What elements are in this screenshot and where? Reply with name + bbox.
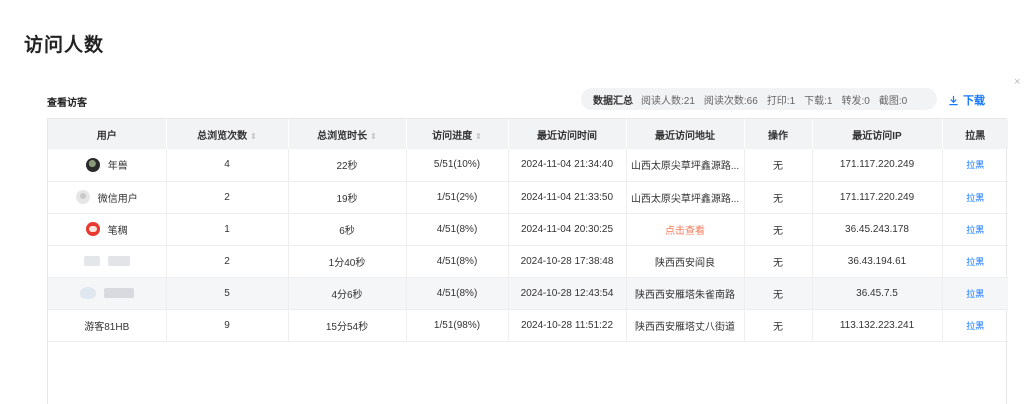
cell-time: 2024-10-28 17:38:48 xyxy=(508,245,627,277)
block-link[interactable]: 拉黑 xyxy=(966,160,984,170)
cell-views: 9 xyxy=(166,309,289,341)
cell-action: 无 xyxy=(744,181,813,213)
user-name: 笔稠 xyxy=(107,225,128,237)
cell-address: 山西太原尖草坪鑫源路... xyxy=(626,149,745,181)
cell-duration: 4分6秒 xyxy=(288,277,407,309)
user-name: 游客81HB xyxy=(84,321,130,333)
visitor-table: 用户 总浏览次数 ⇕ 总浏览时长 ⇕ 访问进度 ⇕ 最近访问时间 最近访问地址 操作 … xyxy=(47,118,1008,404)
cell-duration: 6秒 xyxy=(288,213,407,245)
user-name-blurred xyxy=(107,256,130,266)
cell-views: 5 xyxy=(166,277,289,309)
table-header-row: 用户 总浏览次数 ⇕ 总浏览时长 ⇕ 访问进度 ⇕ 最近访问时间 最近访问地址 操作 … xyxy=(48,119,1008,149)
cell-ip: 171.117.220.249 xyxy=(812,181,943,213)
cell-address: 陕西西安雁塔朱雀南路 xyxy=(626,277,745,309)
cell-progress: 5/51(10%) xyxy=(406,149,509,181)
avatar xyxy=(85,157,100,172)
summary-forward: 转发:0 xyxy=(841,95,870,107)
col-last-visit-time: 最近访问时间 xyxy=(508,119,627,149)
cell-ip: 171.117.220.249 xyxy=(812,149,943,181)
panel-title: 查看访客 xyxy=(47,98,87,109)
cell-address: 陕西西安阎良 xyxy=(626,245,745,277)
summary-screenshot: 截图:0 xyxy=(878,95,908,107)
col-action: 操作 xyxy=(744,119,813,149)
cell-action: 无 xyxy=(744,245,813,277)
cell-progress: 4/51(8%) xyxy=(406,213,509,245)
col-user: 用户 xyxy=(48,119,167,149)
sort-icon[interactable]: ⇕ xyxy=(475,132,482,141)
cell-address: 山西太原尖草坪鑫源路... xyxy=(626,181,745,213)
summary-read-count: 阅读次数:66 xyxy=(703,95,758,107)
close-icon[interactable]: × xyxy=(1014,76,1020,88)
user-name-blurred xyxy=(103,288,134,298)
cell-ip: 36.45.243.178 xyxy=(812,213,943,245)
col-total-duration[interactable]: 总浏览时长 ⇕ xyxy=(288,119,407,149)
table-row: 2 1分40秒 4/51(8%) 2024-10-28 17:38:48 陕西西… xyxy=(48,245,1008,277)
cell-progress: 1/51(2%) xyxy=(406,181,509,213)
avatar xyxy=(85,222,100,236)
cell-views: 1 xyxy=(166,213,289,245)
cell-duration: 1分40秒 xyxy=(288,245,407,277)
sort-icon[interactable]: ⇕ xyxy=(370,132,377,141)
download-icon xyxy=(949,95,958,105)
cell-views: 2 xyxy=(166,245,289,277)
cell-duration: 15分54秒 xyxy=(288,309,407,341)
cell-duration: 19秒 xyxy=(288,181,407,213)
block-link[interactable]: 拉黑 xyxy=(966,289,984,299)
block-link[interactable]: 拉黑 xyxy=(966,321,984,331)
cell-action: 无 xyxy=(744,149,813,181)
cell-time: 2024-10-28 12:43:54 xyxy=(508,277,627,309)
data-summary-bar: 数据汇总 阅读人数:21 阅读次数:66 打印:1 下载:1 转发:0 截图:0 xyxy=(581,88,937,110)
cell-time: 2024-11-04 21:33:50 xyxy=(508,181,627,213)
table-row: 游客81HB 9 15分54秒 1/51(98%) 2024-10-28 11:… xyxy=(48,309,1008,341)
summary-read-users: 阅读人数:21 xyxy=(641,95,695,107)
summary-print: 打印:1 xyxy=(766,95,796,107)
cell-views: 2 xyxy=(166,181,289,213)
cell-ip: 113.132.223.241 xyxy=(812,309,943,341)
cell-ip: 36.45.7.5 xyxy=(812,277,943,309)
download-button[interactable]: 下载 xyxy=(948,92,985,108)
block-link[interactable]: 拉黑 xyxy=(966,225,984,235)
block-link[interactable]: 拉黑 xyxy=(966,257,984,267)
table-row: 年兽 4 22秒 5/51(10%) 2024-11-04 21:34:40 山… xyxy=(48,149,1008,181)
summary-label: 数据汇总 xyxy=(593,95,633,107)
cell-progress: 1/51(98%) xyxy=(406,309,509,341)
col-last-ip: 最近访问IP xyxy=(812,119,943,149)
view-address-link[interactable]: 点击查看 xyxy=(665,226,705,237)
table-row: 5 4分6秒 4/51(8%) 2024-10-28 12:43:54 陕西西安… xyxy=(48,277,1008,309)
cell-address: 陕西西安雁塔丈八街道 xyxy=(626,309,745,341)
user-name: 年兽 xyxy=(107,161,128,173)
cell-views: 4 xyxy=(166,149,289,181)
avatar xyxy=(79,287,96,299)
cell-progress: 4/51(8%) xyxy=(406,277,509,309)
summary-download: 下载:1 xyxy=(804,95,833,107)
page-title: 访问人数 xyxy=(24,35,105,56)
user-name: 微信用户 xyxy=(97,193,138,205)
col-progress[interactable]: 访问进度 ⇕ xyxy=(406,119,509,149)
cell-action: 无 xyxy=(744,309,813,341)
cell-action: 无 xyxy=(744,213,813,245)
col-total-views[interactable]: 总浏览次数 ⇕ xyxy=(166,119,289,149)
cell-duration: 22秒 xyxy=(288,149,407,181)
sort-icon[interactable]: ⇕ xyxy=(250,132,257,141)
avatar xyxy=(75,190,90,204)
avatar xyxy=(83,256,100,266)
col-last-visit-address: 最近访问地址 xyxy=(626,119,745,149)
cell-time: 2024-11-04 20:30:25 xyxy=(508,213,627,245)
download-label: 下载 xyxy=(963,95,985,107)
block-link[interactable]: 拉黑 xyxy=(966,193,984,203)
cell-time: 2024-11-04 21:34:40 xyxy=(508,149,627,181)
cell-action: 无 xyxy=(744,277,813,309)
cell-time: 2024-10-28 11:51:22 xyxy=(508,309,627,341)
cell-progress: 4/51(8%) xyxy=(406,245,509,277)
cell-ip: 36.43.194.61 xyxy=(812,245,943,277)
table-row: 微信用户 2 19秒 1/51(2%) 2024-11-04 21:33:50 … xyxy=(48,181,1008,213)
table-row: 笔稠 1 6秒 4/51(8%) 2024-11-04 20:30:25 点击查… xyxy=(48,213,1008,245)
col-block: 拉黑 xyxy=(965,130,986,142)
